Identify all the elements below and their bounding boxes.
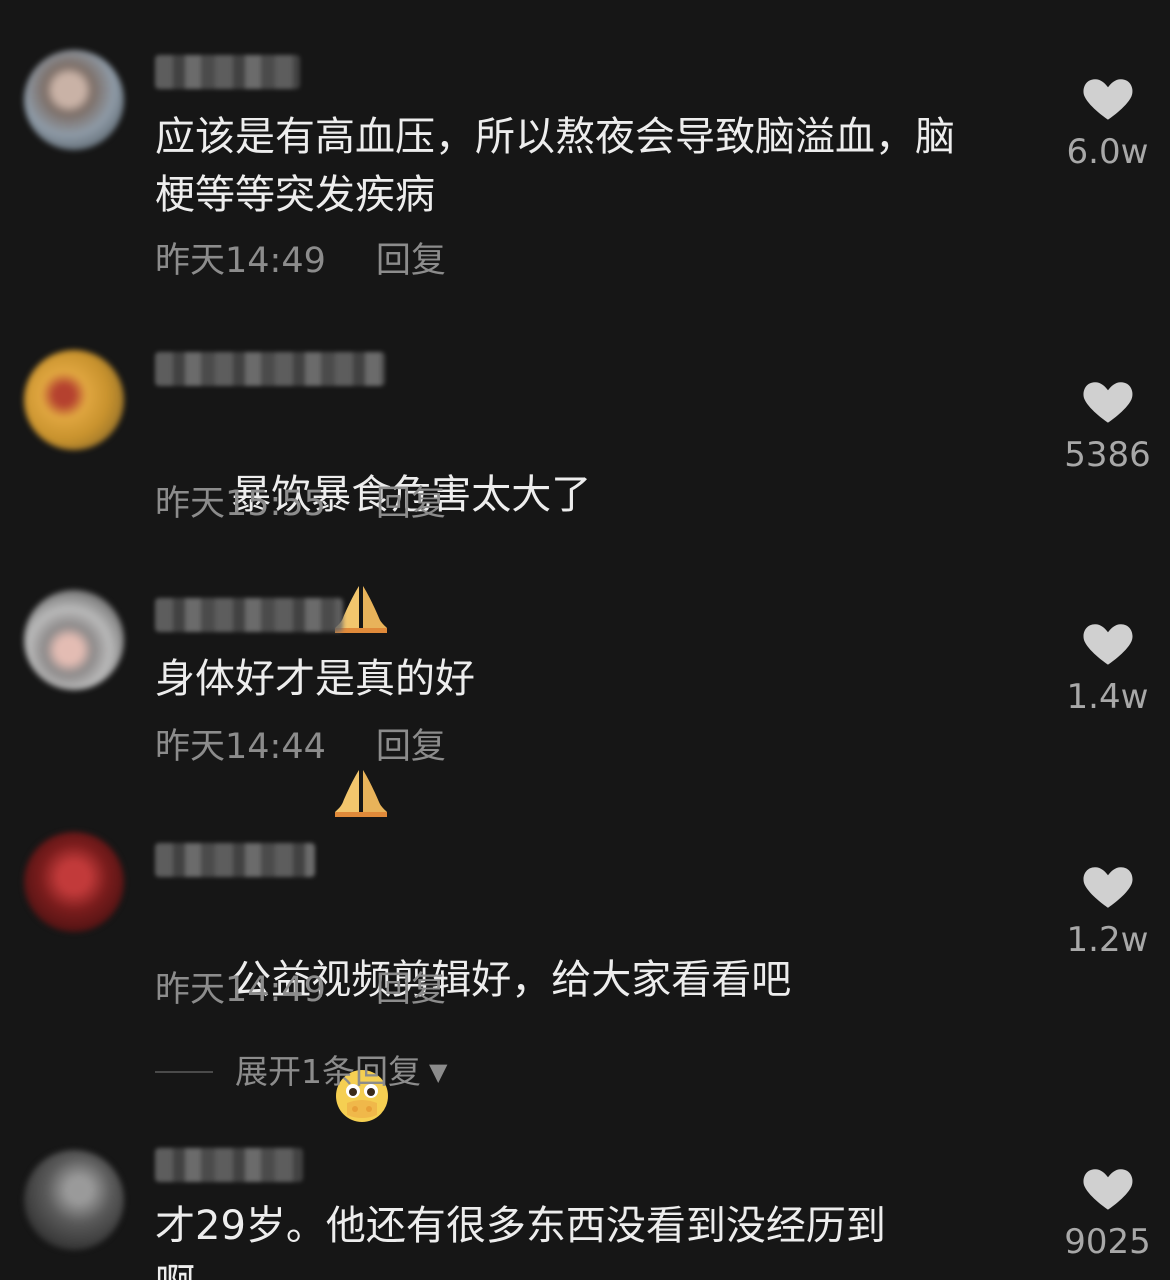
comment-meta: 昨天14:49 回复	[155, 241, 446, 281]
username-blurred[interactable]	[155, 598, 343, 632]
like-count: 6.0w	[1066, 132, 1149, 172]
caret-down-icon: ▼	[429, 1058, 448, 1086]
avatar[interactable]	[24, 590, 124, 690]
heart-icon	[1080, 375, 1136, 425]
comment-meta: 昨天14:44 回复	[155, 727, 446, 767]
like-button[interactable]: 1.4w	[1050, 617, 1165, 717]
like-count: 1.2w	[1066, 920, 1149, 960]
comment-text: 才29岁。他还有很多东西没看到没经历到 啊	[155, 1203, 886, 1280]
comment-meta: 昨天15:55 回复	[155, 484, 446, 524]
reply-button[interactable]: 回复	[376, 970, 446, 1010]
username-blurred[interactable]	[155, 55, 300, 89]
divider-line	[155, 1071, 213, 1073]
reply-button[interactable]: 回复	[376, 241, 446, 281]
like-count: 9025	[1064, 1222, 1151, 1262]
reply-button[interactable]: 回复	[376, 727, 446, 767]
expand-replies-label: 展开1条回复	[235, 1052, 421, 1091]
avatar[interactable]	[24, 832, 124, 932]
comment-time: 昨天15:55	[155, 484, 326, 524]
heart-icon	[1080, 860, 1136, 910]
comment-meta: 昨天14:49 回复	[155, 970, 446, 1010]
comment-text: 应该是有高血压，所以熬夜会导致脑溢血，脑 梗等等突发疾病	[155, 114, 955, 218]
reply-button[interactable]: 回复	[376, 484, 446, 524]
like-button[interactable]: 9025	[1050, 1162, 1165, 1262]
heart-icon	[1080, 72, 1136, 122]
comment-list: 应该是有高血压，所以熬夜会导致脑溢血，脑 梗等等突发疾病 昨天14:49 回复 …	[0, 0, 1170, 1280]
like-button[interactable]: 6.0w	[1050, 72, 1165, 172]
comment-time: 昨天14:49	[155, 970, 326, 1010]
comment-time: 昨天14:49	[155, 241, 326, 281]
heart-icon	[1080, 1162, 1136, 1212]
like-button[interactable]: 5386	[1050, 375, 1165, 475]
username-blurred[interactable]	[155, 1148, 303, 1182]
username-blurred[interactable]	[155, 843, 315, 877]
avatar[interactable]	[24, 350, 124, 450]
username-blurred[interactable]	[155, 352, 385, 386]
like-count: 5386	[1064, 435, 1151, 475]
comment-time: 昨天14:44	[155, 727, 326, 767]
heart-icon	[1080, 617, 1136, 667]
avatar[interactable]	[24, 50, 124, 150]
comment-text: 身体好才是真的好	[155, 656, 475, 702]
avatar[interactable]	[24, 1150, 124, 1250]
expand-replies-button[interactable]: 展开1条回复 ▼	[155, 1052, 447, 1092]
like-button[interactable]: 1.2w	[1050, 860, 1165, 960]
like-count: 1.4w	[1066, 677, 1149, 717]
